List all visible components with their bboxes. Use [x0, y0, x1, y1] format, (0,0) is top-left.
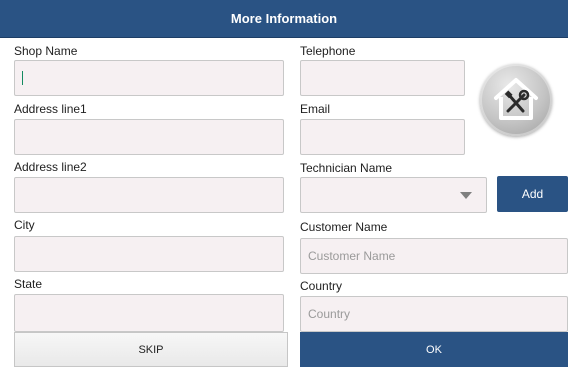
state-input[interactable]	[14, 294, 284, 332]
country-placeholder: Country	[308, 307, 351, 321]
shop-name-input[interactable]	[14, 60, 284, 96]
bottom-action-bar: SKIP OK	[0, 332, 568, 367]
customer-name-input[interactable]: Customer Name	[300, 238, 568, 274]
email-label: Email	[300, 102, 331, 116]
country-label: Country	[300, 279, 343, 293]
ok-button[interactable]: OK	[300, 332, 568, 367]
address-line1-input[interactable]	[14, 119, 284, 155]
add-button[interactable]: Add	[497, 176, 568, 212]
customer-name-placeholder: Customer Name	[308, 249, 396, 263]
title-bar: More Information	[0, 0, 568, 38]
telephone-label: Telephone	[300, 44, 356, 58]
page-title: More Information	[230, 11, 338, 26]
technician-name-dropdown[interactable]	[300, 177, 487, 213]
shop-name-label: Shop Name	[14, 44, 78, 58]
customer-name-label: Customer Name	[300, 220, 388, 234]
address-line2-input[interactable]	[14, 177, 284, 213]
skip-button[interactable]: SKIP	[14, 332, 288, 367]
email-input[interactable]	[300, 119, 465, 155]
city-input[interactable]	[14, 236, 284, 272]
address-line2-label: Address line2	[14, 160, 87, 174]
text-caret	[22, 71, 23, 85]
city-label: City	[14, 218, 35, 232]
caret-down-icon	[460, 192, 472, 199]
country-input[interactable]: Country	[300, 296, 568, 332]
house-tools-icon	[480, 64, 552, 136]
technician-name-label: Technician Name	[300, 161, 393, 175]
address-line1-label: Address line1	[14, 102, 87, 116]
telephone-input[interactable]	[300, 60, 465, 96]
state-label: State	[14, 277, 43, 291]
